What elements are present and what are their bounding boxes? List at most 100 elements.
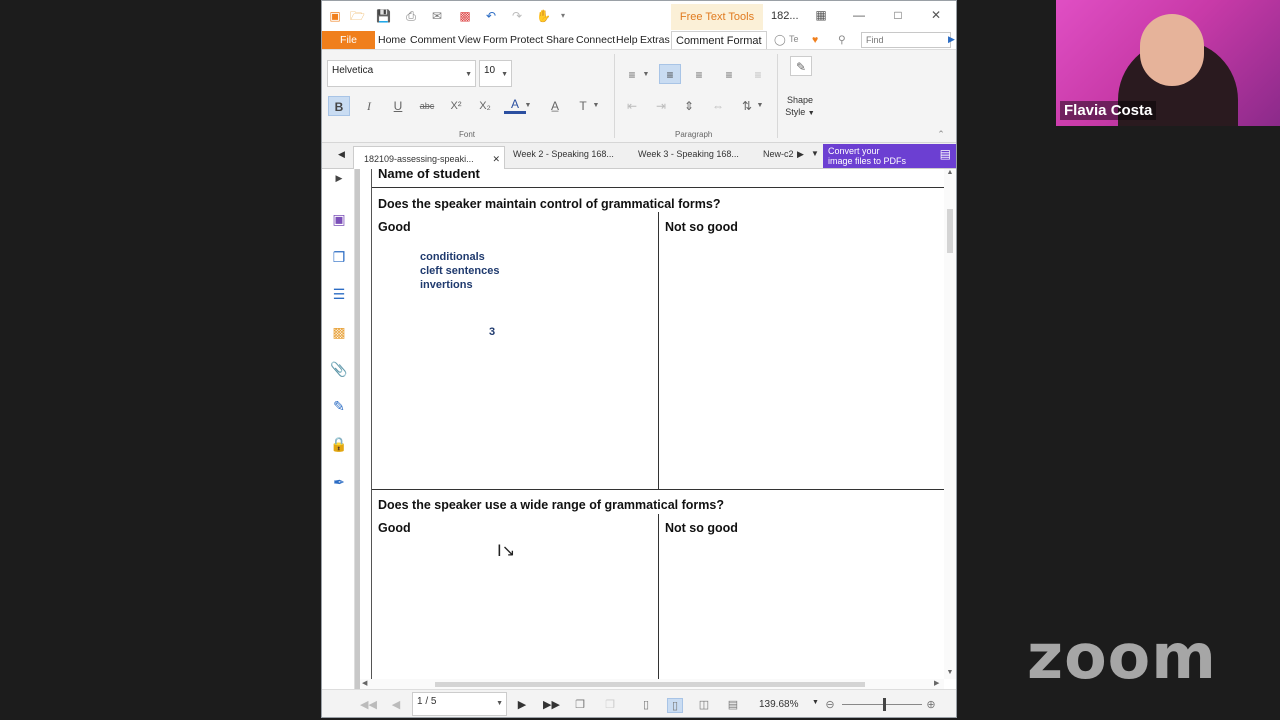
open-icon[interactable]: 🗁 — [350, 9, 365, 23]
chevron-down-icon[interactable]: ▼ — [496, 700, 503, 707]
tab-list-dropdown-icon[interactable]: ▼ — [811, 149, 819, 158]
subscript-button[interactable]: X₂ — [474, 96, 496, 116]
heart-icon[interactable]: ♥ — [812, 34, 818, 46]
facing-page-icon[interactable]: ◫ — [696, 698, 712, 711]
continuous-page-icon[interactable]: ▯ — [667, 698, 683, 713]
menu-protect[interactable]: Protect — [510, 34, 543, 46]
page-thumbnails-icon[interactable]: ❐ — [330, 249, 348, 267]
search-options-icon[interactable]: ⚲ — [838, 34, 846, 46]
next-page-icon[interactable]: ▶ — [514, 698, 530, 711]
menu-help[interactable]: Help — [616, 34, 638, 46]
free-text-tools-tab[interactable]: Free Text Tools — [671, 4, 763, 30]
strikethrough-button[interactable]: abc — [416, 96, 438, 116]
find-input[interactable]: Find — [861, 32, 951, 48]
italic-button[interactable]: I — [358, 96, 380, 116]
layers-icon[interactable]: ☰ — [330, 286, 348, 304]
print-icon[interactable]: ⎙ — [404, 9, 418, 23]
email-icon[interactable]: ✉ — [430, 9, 444, 23]
free-text-annotation-line[interactable]: invertions — [420, 279, 473, 291]
find-next-icon[interactable]: ▶ — [948, 34, 955, 45]
tab-document-3[interactable]: Week 3 - Speaking 168... — [638, 149, 739, 159]
bookmark-icon[interactable]: ▣ — [330, 211, 348, 229]
customize-dropdown-icon[interactable]: ▾ — [556, 9, 570, 23]
lightbulb-icon[interactable]: ◯ — [774, 34, 786, 46]
next-view-icon[interactable]: ❐ — [602, 698, 618, 711]
underline-button[interactable]: U — [387, 96, 409, 116]
horizontal-scroll-thumb[interactable] — [435, 682, 865, 687]
menu-form[interactable]: Form — [483, 34, 508, 46]
scroll-right-icon[interactable]: ▶ — [934, 679, 939, 687]
previous-page-icon[interactable]: ◀ — [388, 698, 404, 711]
previous-view-icon[interactable]: ❐ — [572, 698, 588, 711]
character-spacing-button[interactable]: ⇔ — [707, 96, 729, 116]
close-icon[interactable]: ✕ — [928, 8, 944, 22]
menu-comment[interactable]: Comment — [410, 34, 456, 46]
comments-icon[interactable]: ▩ — [330, 324, 348, 342]
redo-icon[interactable]: ↷ — [510, 9, 524, 23]
score-annotation[interactable]: 3 — [489, 326, 495, 338]
decrease-indent-button[interactable]: ⇤ — [621, 96, 643, 116]
font-family-select[interactable]: Helvetica ▼ — [327, 60, 476, 87]
align-right-button[interactable]: ≡ — [718, 65, 740, 85]
pdf-create-icon[interactable]: ▩ — [458, 9, 472, 23]
menu-file[interactable]: File — [322, 31, 375, 49]
signature-icon[interactable]: ✎ — [330, 398, 348, 416]
menu-home[interactable]: Home — [378, 34, 406, 46]
superscript-button[interactable]: X² — [445, 96, 467, 116]
bold-button[interactable]: B — [328, 96, 350, 116]
menu-connect[interactable]: Connect — [576, 34, 615, 46]
convert-images-banner[interactable]: Convert your image files to PDFs ▤ — [823, 144, 956, 168]
menu-extras[interactable]: Extras — [640, 34, 670, 46]
paragraph-spacing-dropdown-icon[interactable]: ▼ — [754, 96, 766, 116]
hand-tool-icon[interactable]: ✋ — [536, 9, 551, 23]
shape-style-button[interactable]: Shape Style ▼ — [784, 94, 816, 120]
zoom-out-icon[interactable]: ⊖ — [822, 698, 838, 711]
page-number-input[interactable]: 1 / 5 ▼ — [412, 692, 507, 716]
scroll-left-icon[interactable]: ◀ — [362, 679, 367, 687]
vertical-scrollbar[interactable]: ▲ ▼ — [944, 169, 956, 679]
tab-document-4[interactable]: New-c2 — [763, 149, 794, 159]
tab-document-2[interactable]: Week 2 - Speaking 168... — [513, 149, 614, 159]
zoom-slider[interactable] — [842, 704, 922, 705]
first-page-icon[interactable]: ◀◀ — [360, 698, 377, 711]
vertical-scroll-thumb[interactable] — [947, 209, 953, 253]
horizontal-scrollbar[interactable]: ◀ ▶ — [360, 679, 944, 689]
tab-scroll-right-icon[interactable]: ▶ — [797, 149, 804, 160]
document-view[interactable]: Name of student Does the speaker maintai… — [360, 169, 944, 679]
last-page-icon[interactable]: ▶▶ — [543, 698, 560, 711]
free-text-annotation-line[interactable]: cleft sentences — [420, 265, 499, 277]
text-style-dropdown-icon[interactable]: ▼ — [590, 96, 602, 116]
font-color-dropdown-icon[interactable]: ▼ — [522, 96, 534, 116]
continuous-facing-icon[interactable]: ▤ — [725, 698, 741, 711]
bullet-list-dropdown-icon[interactable]: ▼ — [640, 65, 652, 85]
font-size-select[interactable]: 10 ▼ — [479, 60, 512, 87]
attachment-icon[interactable]: 📎 — [330, 361, 348, 379]
menu-view[interactable]: View — [458, 34, 481, 46]
align-left-button[interactable]: ≡ — [659, 64, 681, 84]
minimize-icon[interactable]: — — [851, 8, 867, 22]
align-center-button[interactable]: ≡ — [688, 65, 710, 85]
menu-comment-format[interactable]: Comment Format — [671, 31, 767, 49]
tab-scroll-left-icon[interactable]: ◀ — [338, 149, 345, 160]
zoom-dropdown-icon[interactable]: ▼ — [812, 699, 819, 706]
expand-panel-icon[interactable]: ▶ — [330, 173, 348, 191]
tab-document-1[interactable]: 182109-assessing-speaki... ✕ — [353, 146, 505, 169]
save-icon[interactable]: 💾 — [376, 9, 391, 23]
zoom-in-icon[interactable]: ⊕ — [923, 698, 939, 711]
undo-icon[interactable]: ↶ — [484, 9, 498, 23]
free-text-annotation-line[interactable]: conditionals — [420, 251, 485, 263]
tab-close-icon[interactable]: ✕ — [492, 154, 500, 165]
justify-button[interactable]: ≡ — [747, 65, 769, 85]
maximize-icon[interactable]: □ — [890, 8, 906, 22]
lock-icon[interactable]: 🔒 — [330, 436, 348, 454]
zoom-level-value[interactable]: 139.68% — [759, 699, 798, 710]
scroll-down-icon[interactable]: ▼ — [944, 669, 956, 677]
collapse-ribbon-icon[interactable]: ⌃ — [930, 124, 952, 144]
shape-style-icon[interactable]: ✎ — [790, 56, 812, 76]
zoom-slider-thumb[interactable] — [883, 698, 886, 711]
highlight-text-icon[interactable]: A̲ — [544, 96, 566, 116]
increase-indent-button[interactable]: ⇥ — [650, 96, 672, 116]
single-page-icon[interactable]: ▯ — [638, 698, 654, 711]
layout-icon[interactable]: ▦ — [813, 8, 829, 22]
tell-me-label[interactable]: Te — [789, 34, 799, 44]
